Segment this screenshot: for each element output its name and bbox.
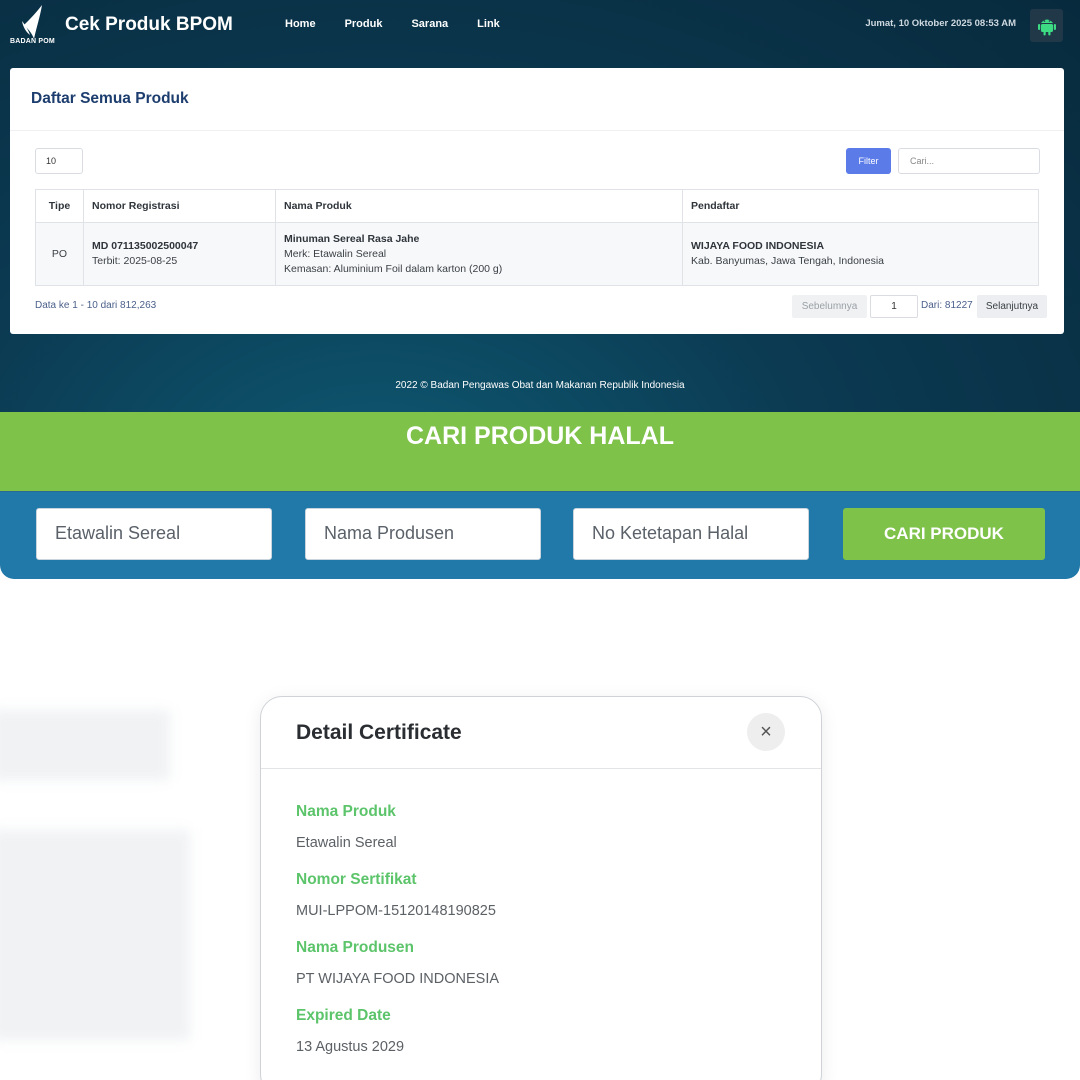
cell-nama: Minuman Sereal Rasa Jahe Merk: Etawalin … — [275, 222, 683, 286]
product-packaging: Kemasan: Aluminium Foil dalam karton (20… — [284, 262, 503, 275]
product-brand: Merk: Etawalin Sereal — [284, 247, 387, 260]
field-label-expired-date: Expired Date — [296, 1007, 391, 1024]
android-app-button[interactable] — [1030, 9, 1063, 42]
divider — [10, 130, 1064, 131]
field-label-product-name: Nama Produk — [296, 803, 396, 820]
col-header-pendaftar[interactable]: Pendaftar — [682, 189, 1039, 223]
table-row[interactable]: PO MD 071135002500047 Terbit: 2025-08-25… — [35, 222, 1039, 286]
paging-info: Data ke 1 - 10 dari 812,263 — [35, 300, 157, 311]
footer-copyright: 2022 © Badan Pengawas Obat dan Makanan R… — [395, 380, 685, 391]
page-total: Dari: 81227 — [921, 300, 973, 311]
product-name-input[interactable]: Etawalin Sereal — [36, 508, 272, 560]
blurred-background — [0, 830, 190, 1040]
product-table: Tipe Nomor Registrasi Nama Produk Pendaf… — [35, 189, 1039, 286]
filter-button[interactable]: Filter — [846, 148, 891, 174]
halal-search-section: CARI PRODUK HALAL Etawalin Sereal Nama P… — [0, 412, 1080, 580]
modal-divider — [261, 768, 821, 769]
card-title: Daftar Semua Produk — [31, 90, 189, 107]
search-product-button[interactable]: CARI PRODUK — [843, 508, 1045, 560]
cell-pendaftar: WIJAYA FOOD INDONESIA Kab. Banyumas, Jaw… — [682, 222, 1039, 286]
col-header-nomor[interactable]: Nomor Registrasi — [83, 189, 276, 223]
bpom-section: BADAN POM Cek Produk BPOM Home Produk Sa… — [0, 0, 1080, 412]
search-input[interactable]: Cari... — [898, 148, 1040, 174]
table-header-row: Tipe Nomor Registrasi Nama Produk Pendaf… — [35, 189, 1039, 223]
page-number-input[interactable]: 1 — [870, 295, 918, 318]
halal-number-input[interactable]: No Ketetapan Halal — [573, 508, 809, 560]
blurred-background — [0, 710, 170, 780]
col-header-nama[interactable]: Nama Produk — [275, 189, 683, 223]
registrant-name: WIJAYA FOOD INDONESIA — [691, 240, 825, 252]
cell-tipe: PO — [35, 222, 84, 286]
col-header-tipe[interactable]: Tipe — [35, 189, 84, 223]
brand-title[interactable]: Cek Produk BPOM — [65, 14, 233, 36]
halal-header: CARI PRODUK HALAL — [0, 412, 1080, 492]
registrant-location: Kab. Banyumas, Jawa Tengah, Indonesia — [691, 255, 885, 267]
field-label-certificate-number: Nomor Sertifikat — [296, 871, 417, 888]
menu-item-link[interactable]: Link — [477, 18, 500, 30]
halal-title: CARI PRODUK HALAL — [405, 422, 675, 450]
menu-item-sarana[interactable]: Sarana — [411, 18, 448, 30]
prev-page-button[interactable]: Sebelumnya — [792, 295, 867, 318]
registration-number: MD 071135002500047 — [92, 240, 199, 252]
current-datetime: Jumat, 10 Oktober 2025 08:53 AM — [865, 18, 1016, 29]
per-page-select[interactable]: 10 — [35, 148, 83, 174]
menu-item-produk[interactable]: Produk — [345, 18, 383, 30]
field-value-expired-date: 13 Agustus 2029 — [296, 1039, 405, 1055]
android-icon — [1037, 19, 1056, 35]
issued-date: Terbit: 2025-08-25 — [92, 255, 178, 267]
field-value-certificate-number: MUI-LPPOM-15120148190825 — [296, 903, 496, 919]
logo-text: BADAN POM — [10, 38, 55, 45]
bpom-logo-icon — [22, 5, 42, 39]
detail-certificate-modal: Detail Certificate × Nama Produk Etawali… — [260, 696, 822, 1080]
menu-item-home[interactable]: Home — [285, 18, 316, 30]
field-label-producer-name: Nama Produsen — [296, 939, 415, 956]
bpom-logo[interactable]: BADAN POM — [10, 5, 56, 49]
modal-title: Detail Certificate — [296, 721, 462, 744]
producer-name-input[interactable]: Nama Produsen — [305, 508, 541, 560]
modal-area: Detail Certificate × Nama Produk Etawali… — [0, 580, 1080, 1080]
product-list-card: Daftar Semua Produk 10 Filter Cari... Ti… — [10, 68, 1064, 334]
halal-search-bar: Etawalin Sereal Nama Produsen No Ketetap… — [0, 491, 1080, 579]
field-value-producer-name: PT WIJAYA FOOD INDONESIA — [296, 971, 500, 987]
cell-nomor: MD 071135002500047 Terbit: 2025-08-25 — [83, 222, 276, 286]
field-value-product-name: Etawalin Sereal — [296, 835, 397, 851]
next-page-button[interactable]: Selanjutnya — [977, 295, 1047, 318]
close-icon[interactable]: × — [747, 713, 785, 751]
product-name: Minuman Sereal Rasa Jahe — [284, 232, 420, 245]
navbar: BADAN POM Cek Produk BPOM Home Produk Sa… — [0, 0, 1080, 56]
main-menu: Home Produk Sarana Link — [285, 18, 529, 30]
